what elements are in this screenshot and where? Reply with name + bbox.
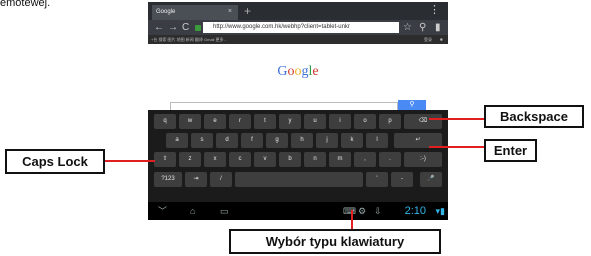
close-icon[interactable]: × <box>228 5 232 19</box>
key[interactable]: , <box>354 152 376 167</box>
key[interactable]: w <box>179 114 201 129</box>
space-key[interactable] <box>235 172 363 187</box>
key[interactable]: o <box>354 114 376 129</box>
keyboard-selector-icon[interactable]: ⌨ <box>343 202 356 220</box>
home-icon[interactable]: ⌂ <box>190 202 195 220</box>
key[interactable]: h <box>291 133 313 148</box>
bookmarks-icon[interactable]: ▮ <box>435 20 441 35</box>
key[interactable]: q <box>154 114 176 129</box>
key[interactable]: s <box>191 133 213 148</box>
google-bar: +台 搜索 图片 地图 新闻 翻译 Gmail 更多 - 登录 ✱ <box>148 35 448 44</box>
smiley-key[interactable]: :-) <box>404 152 442 167</box>
url-field[interactable]: http://www.google.com.hk/webhp?client=ta… <box>203 22 399 33</box>
backspace-callout: Backspace <box>484 105 584 128</box>
key[interactable]: g <box>266 133 288 148</box>
browser-tab[interactable]: Google × <box>152 5 238 20</box>
system-navigation-bar: ﹀ ⌂ ▭ ⌨ ⚙ ⇩ 2:10 ▾▮ <box>148 202 448 220</box>
key[interactable]: y <box>279 114 301 129</box>
sign-in-link[interactable]: 登录 <box>424 35 432 44</box>
tablet-screen: Google × + ⋮ ← → C http://www.google.com… <box>148 2 448 220</box>
key[interactable]: d <box>216 133 238 148</box>
search-button[interactable]: ⚲ <box>398 100 426 110</box>
numbers-key[interactable]: ?123 <box>154 172 182 187</box>
caps-lock-leader-line <box>105 160 155 162</box>
google-bar-links[interactable]: +台 搜索 图片 地图 新闻 翻译 Gmail 更多 - <box>151 37 226 42</box>
search-icon[interactable]: ⚲ <box>419 20 426 35</box>
enter-callout: Enter <box>484 139 537 162</box>
download-icon: ⇩ <box>374 206 382 216</box>
key[interactable]: z <box>179 152 201 167</box>
key[interactable]: k <box>341 133 363 148</box>
key[interactable]: b <box>279 152 301 167</box>
address-bar: ← → C http://www.google.com.hk/webhp?cli… <box>148 20 448 35</box>
key[interactable]: n <box>304 152 326 167</box>
key[interactable]: l <box>366 133 388 148</box>
keyboard-type-leader-line <box>351 210 353 230</box>
usb-icon: ⚙ <box>358 206 367 216</box>
wifi-battery-icon: ▾▮ <box>435 206 445 216</box>
microphone-icon[interactable]: 🎤 <box>420 172 442 187</box>
clock: 2:10 <box>404 205 426 217</box>
enter-leader-line <box>429 146 484 148</box>
recent-apps-icon[interactable]: ▭ <box>220 202 229 220</box>
shift-key[interactable]: ⇧ <box>154 152 176 167</box>
caps-lock-callout: Caps Lock <box>5 149 105 174</box>
key[interactable]: j <box>316 133 338 148</box>
backspace-key[interactable]: ⌫ <box>404 114 442 129</box>
key[interactable]: v <box>254 152 276 167</box>
key[interactable]: m <box>329 152 351 167</box>
bookmark-star-icon[interactable]: ☆ <box>403 20 412 35</box>
web-page: Google ⚲ <box>148 44 448 110</box>
key[interactable]: f <box>241 133 263 148</box>
back-icon[interactable]: ← <box>154 20 164 35</box>
key[interactable]: i <box>329 114 351 129</box>
hide-keyboard-icon[interactable]: ﹀ <box>158 202 167 220</box>
tab-key[interactable]: ⇥ <box>185 172 207 187</box>
key[interactable]: x <box>204 152 226 167</box>
tab-title: Google <box>156 9 176 15</box>
key[interactable]: . <box>379 152 401 167</box>
keyboard-type-callout: Wybór typu klawiatury <box>229 229 441 254</box>
search-input[interactable] <box>170 102 398 110</box>
google-logo: Google <box>277 64 319 79</box>
reload-icon[interactable]: C <box>182 20 189 35</box>
menu-icon[interactable]: ⋮ <box>429 3 440 16</box>
key[interactable]: t <box>254 114 276 129</box>
site-icon <box>195 25 201 31</box>
slash-key[interactable]: / <box>210 172 232 187</box>
gear-icon[interactable]: ✱ <box>440 35 443 44</box>
forward-icon[interactable]: → <box>168 20 178 35</box>
key[interactable]: a <box>166 133 188 148</box>
key[interactable]: e <box>204 114 226 129</box>
caption-fragment: emotewej. <box>0 0 51 9</box>
new-tab-button[interactable]: + <box>244 4 251 18</box>
key[interactable]: r <box>229 114 251 129</box>
quote-key[interactable]: ' <box>366 172 388 187</box>
backspace-leader-line <box>429 118 484 120</box>
dash-key[interactable]: - <box>391 172 413 187</box>
key[interactable]: c <box>229 152 251 167</box>
tab-bar: Google × + ⋮ <box>148 2 448 20</box>
key[interactable]: u <box>304 114 326 129</box>
on-screen-keyboard: q w e r t y u i o p ⌫ a s d f g h j k l … <box>148 110 448 202</box>
key[interactable]: p <box>379 114 401 129</box>
